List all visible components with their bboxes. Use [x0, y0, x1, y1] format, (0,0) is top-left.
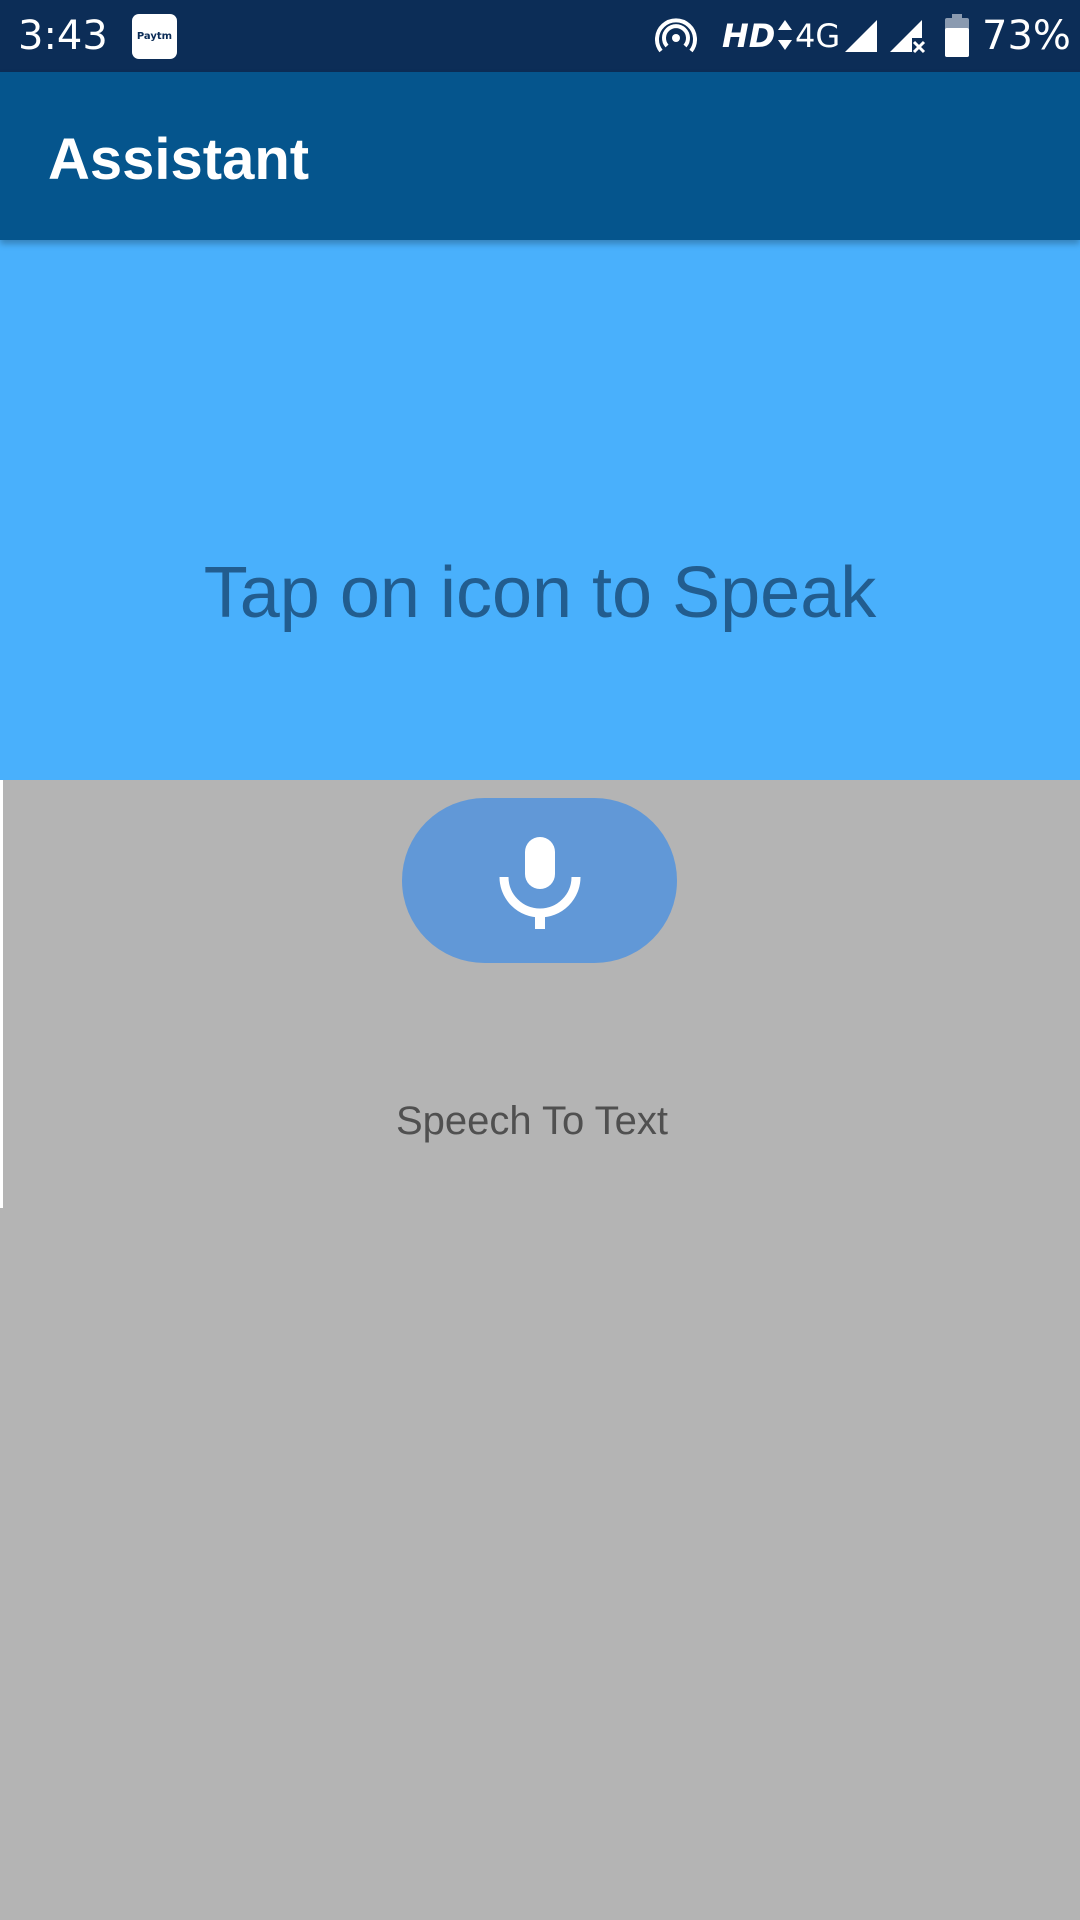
hero-header: [0, 240, 1080, 780]
signal-icon: [845, 20, 877, 52]
hd-indicator: HD: [722, 17, 776, 55]
speak-prompt: Tap on icon to Speak: [203, 553, 877, 633]
speech-to-text-label: Speech To Text: [395, 1099, 669, 1143]
hero-circle: [0, 240, 1080, 780]
network-type: 4G: [795, 17, 841, 55]
paytm-icon: Paytm: [132, 14, 177, 59]
hotspot-icon: [655, 18, 697, 53]
battery-percent: 73%: [982, 13, 1071, 59]
page-title: Assistant: [48, 127, 310, 192]
status-time: 3:43: [18, 13, 108, 59]
status-bar: 3:43 Paytm HD 4G 73%: [0, 0, 1080, 72]
signal-no-sim-icon: [890, 20, 926, 54]
data-activity-icon: [778, 20, 792, 50]
microphone-icon: [499, 836, 580, 929]
battery-icon: [945, 14, 969, 57]
app-bar: Assistant: [0, 72, 1080, 240]
mic-button[interactable]: [402, 798, 677, 963]
